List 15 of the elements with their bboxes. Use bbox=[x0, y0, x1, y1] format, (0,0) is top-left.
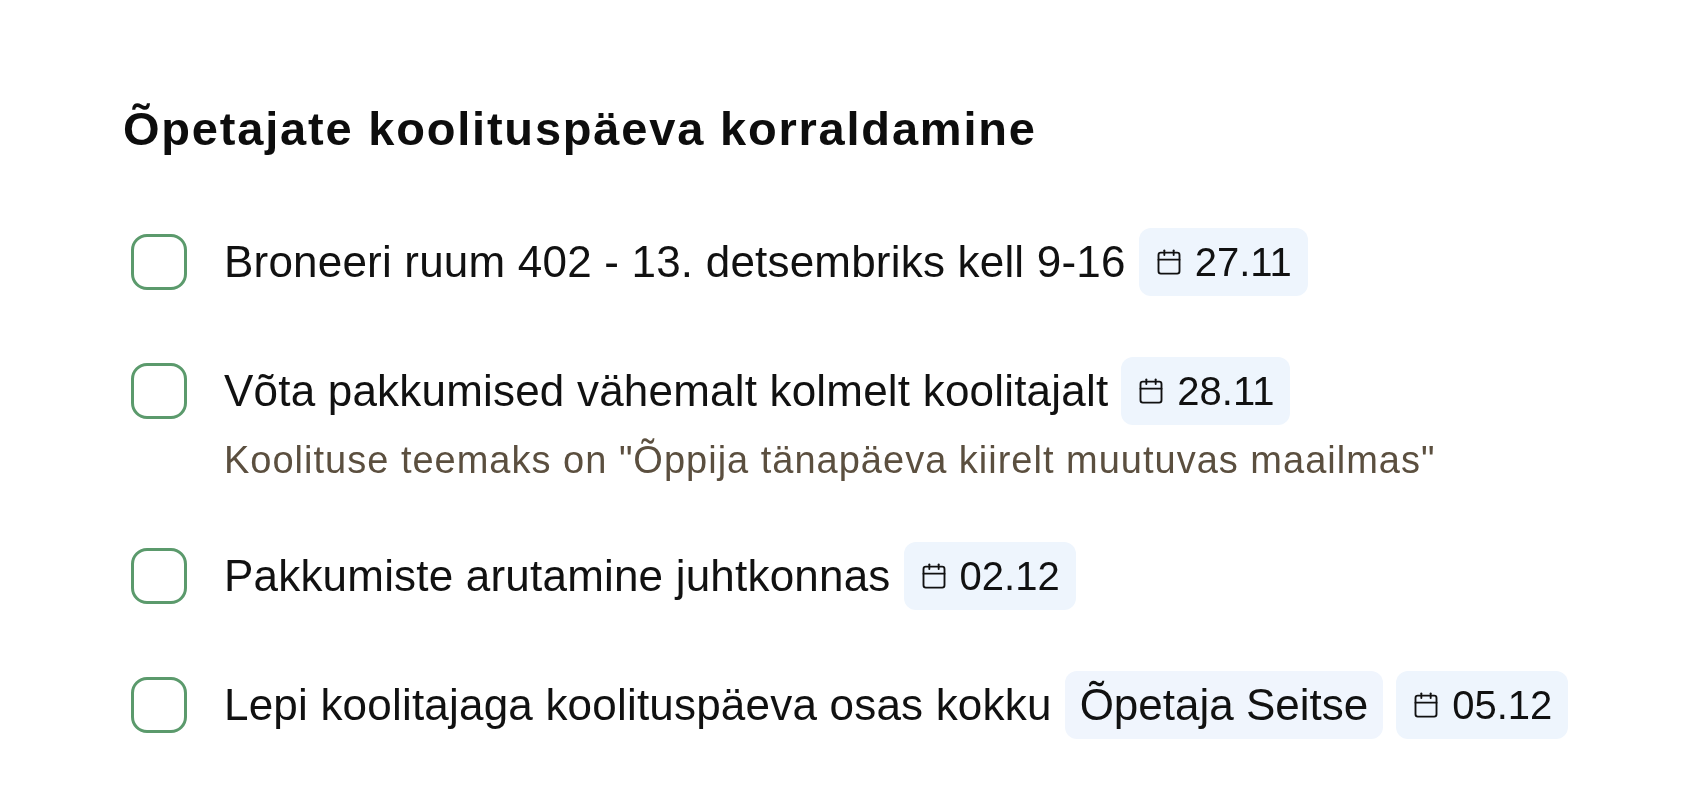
task-label: Võta pakkumised vähemalt kolmelt koolitajalt bbox=[224, 365, 1109, 417]
task-label: Lepi koolitajaga koolituspäeva osas kokku bbox=[224, 679, 1052, 731]
due-date-text: 28.11 bbox=[1177, 368, 1275, 415]
due-date-text: 02.12 bbox=[959, 553, 1060, 600]
task-checkbox[interactable] bbox=[131, 363, 187, 419]
assignee-chip: Õpetaja Seitse bbox=[1064, 671, 1384, 739]
task-label: Broneeri ruum 402 - 13. detsembriks kell 9-16 bbox=[224, 236, 1126, 288]
task-note: Koolituse teemaks on "Õppija tänapäeva kiirelt muutuvas maailmas" bbox=[224, 439, 1436, 481]
task-checkbox[interactable] bbox=[131, 234, 187, 290]
task-checkbox[interactable] bbox=[131, 548, 187, 604]
list-title: Õpetajate koolituspäeva korraldamine bbox=[123, 104, 1037, 154]
task-label: Pakkumiste arutamine juhtkonnas bbox=[224, 550, 891, 602]
due-date-text: 27.11 bbox=[1194, 239, 1292, 286]
due-date-text: 05.12 bbox=[1452, 682, 1553, 729]
task-checkbox[interactable] bbox=[131, 677, 187, 733]
